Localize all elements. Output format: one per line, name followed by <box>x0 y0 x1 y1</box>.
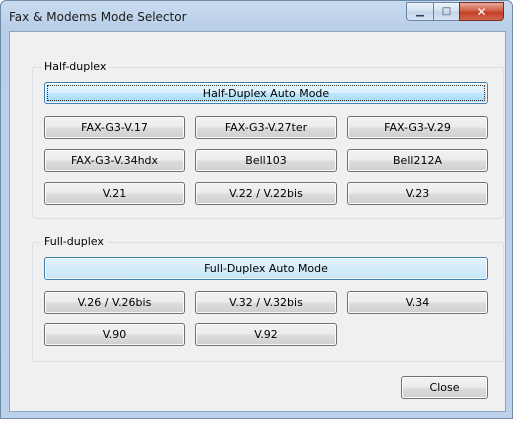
close-window-button[interactable]: ✕ <box>459 2 504 21</box>
mode-button-label: V.32 / V.32bis <box>229 296 303 309</box>
half-duplex-label: Half-duplex <box>41 60 110 73</box>
mode-button-v34[interactable]: V.34 <box>347 291 488 314</box>
dialog-window: Fax & Modems Mode Selector ▁ □ ✕ Half-du… <box>0 0 513 419</box>
mode-button-fax-g3-v34hdx[interactable]: FAX-G3-V.34hdx <box>44 149 185 172</box>
mode-button-v22-v22bis[interactable]: V.22 / V.22bis <box>195 182 337 205</box>
mode-button-label: FAX-G3-V.34hdx <box>70 154 159 167</box>
mode-button-bell212a[interactable]: Bell212A <box>347 149 488 172</box>
mode-button-bell103[interactable]: Bell103 <box>195 149 337 172</box>
minimize-icon: ▁ <box>416 6 424 17</box>
mode-button-v90[interactable]: V.90 <box>44 323 185 346</box>
title-bar[interactable]: Fax & Modems Mode Selector ▁ □ ✕ <box>1 1 512 31</box>
caption-buttons: ▁ □ ✕ <box>406 2 504 22</box>
mode-button-fax-g3-v27ter[interactable]: FAX-G3-V.27ter <box>195 116 337 139</box>
mode-button-fax-g3-v17[interactable]: FAX-G3-V.17 <box>44 116 185 139</box>
half-duplex-auto-mode-label: Half-Duplex Auto Mode <box>202 86 330 100</box>
mode-button-fax-g3-v29[interactable]: FAX-G3-V.29 <box>347 116 488 139</box>
close-button-label: Close <box>429 381 460 394</box>
full-duplex-auto-mode-button[interactable]: Full-Duplex Auto Mode <box>44 257 488 280</box>
close-icon: ✕ <box>476 4 487 19</box>
maximize-button[interactable]: □ <box>433 2 459 21</box>
mode-button-label: Bell212A <box>393 154 442 167</box>
half-duplex-auto-mode-button[interactable]: Half-Duplex Auto Mode <box>44 82 488 104</box>
close-button[interactable]: Close <box>401 376 488 399</box>
mode-button-label: V.92 <box>254 328 278 341</box>
mode-button-v21[interactable]: V.21 <box>44 182 185 205</box>
mode-button-v26-v26bis[interactable]: V.26 / V.26bis <box>44 291 185 314</box>
mode-button-label: FAX-G3-V.27ter <box>224 121 308 134</box>
mode-button-v32-v32bis[interactable]: V.32 / V.32bis <box>195 291 337 314</box>
full-duplex-label: Full-duplex <box>41 235 107 248</box>
maximize-icon: □ <box>441 6 452 17</box>
dialog-client-area: Half-duplex Half-Duplex Auto Mode FAX-G3… <box>9 31 506 412</box>
mode-button-v23[interactable]: V.23 <box>347 182 488 205</box>
mode-button-label: FAX-G3-V.29 <box>384 121 451 134</box>
mode-button-label: V.26 / V.26bis <box>77 296 152 309</box>
mode-button-label: V.23 <box>405 187 430 200</box>
full-duplex-auto-mode-label: Full-Duplex Auto Mode <box>204 262 328 275</box>
minimize-button[interactable]: ▁ <box>406 2 433 21</box>
mode-button-label: V.22 / V.22bis <box>229 187 303 200</box>
window-title: Fax & Modems Mode Selector <box>9 10 187 24</box>
mode-button-label: Bell103 <box>245 154 287 167</box>
mode-button-label: V.90 <box>102 328 127 341</box>
mode-button-label: FAX-G3-V.17 <box>81 121 148 134</box>
mode-button-v92[interactable]: V.92 <box>195 323 337 346</box>
mode-button-label: V.34 <box>405 296 430 309</box>
mode-button-label: V.21 <box>102 187 127 200</box>
